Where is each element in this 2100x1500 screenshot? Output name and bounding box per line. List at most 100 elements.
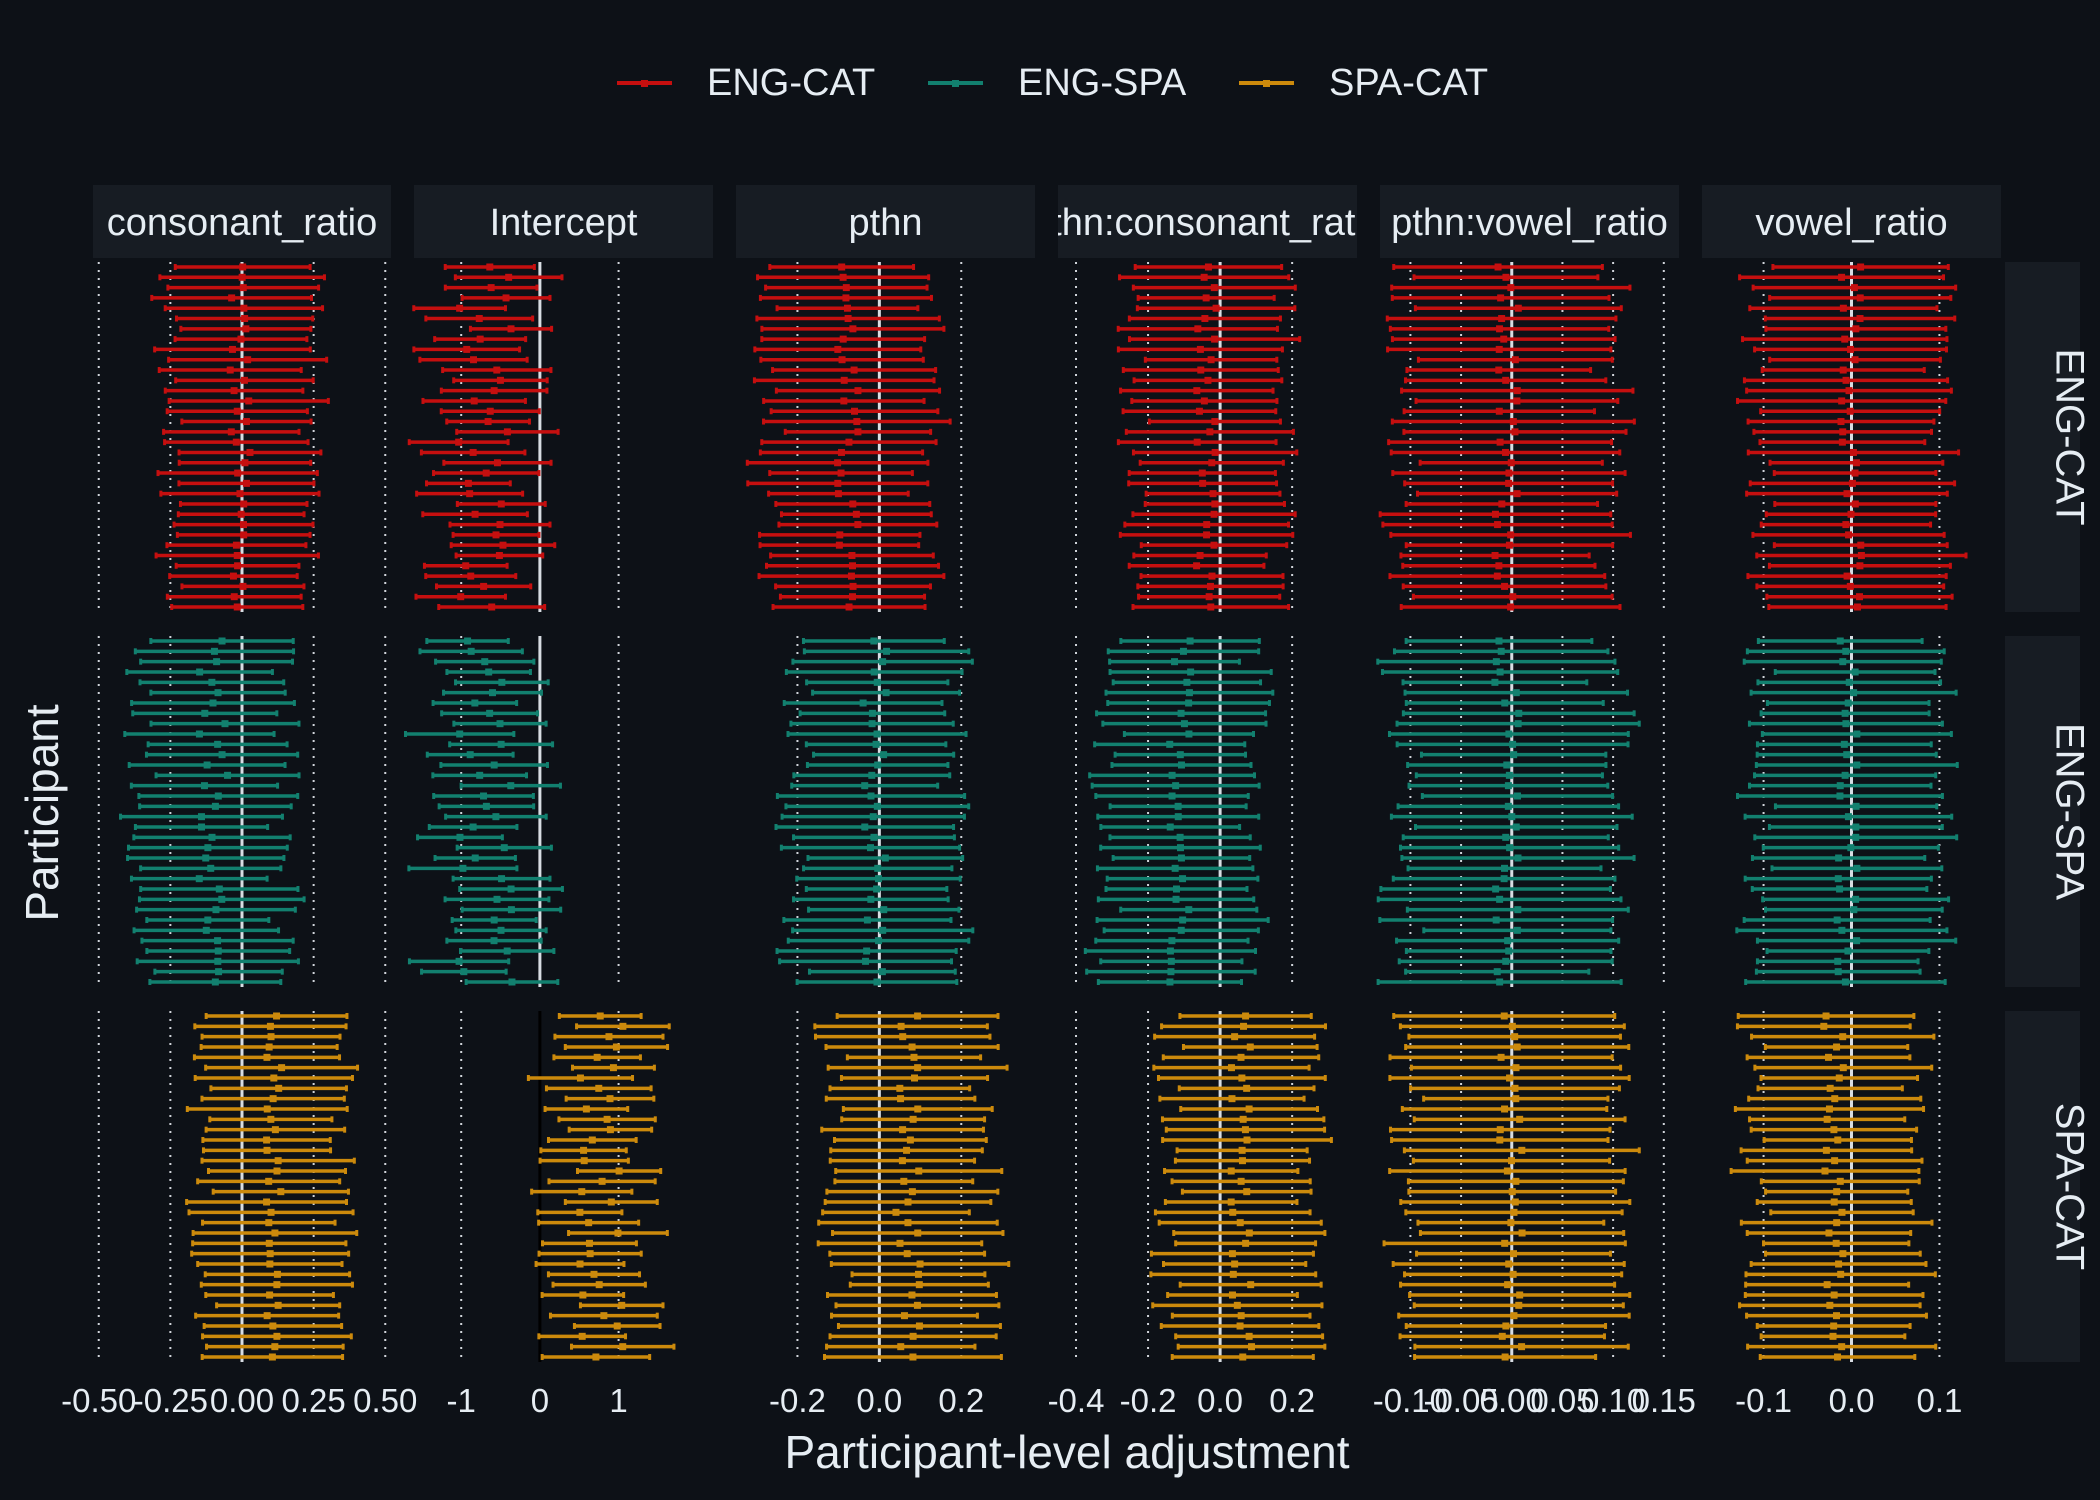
point-estimate xyxy=(508,978,516,986)
point-estimate xyxy=(1498,500,1506,508)
point-estimate xyxy=(455,438,463,446)
point-estimate xyxy=(482,802,490,810)
point-estimate xyxy=(914,1012,922,1020)
participant-interval xyxy=(1751,531,1946,539)
point-estimate xyxy=(1492,658,1500,666)
participant-interval xyxy=(1116,438,1278,446)
row-strip-spa-cat: SPA-CAT xyxy=(2005,1011,2092,1362)
point-estimate xyxy=(471,510,479,518)
point-estimate xyxy=(880,906,888,914)
point-estimate xyxy=(1833,916,1841,924)
point-estimate xyxy=(490,937,498,945)
point-estimate xyxy=(836,531,844,539)
participant-interval xyxy=(1119,387,1275,395)
point-estimate xyxy=(1174,802,1182,810)
point-estimate xyxy=(896,1084,904,1092)
participant-interval xyxy=(779,510,933,518)
point-estimate xyxy=(848,551,856,559)
point-estimate xyxy=(1507,459,1515,467)
point-estimate xyxy=(1511,1084,1519,1092)
participant-interval xyxy=(1767,562,1952,570)
participant-interval xyxy=(1409,1084,1621,1092)
point-estimate xyxy=(867,895,875,903)
participant-interval xyxy=(526,1074,635,1082)
point-estimate xyxy=(849,562,857,570)
point-estimate xyxy=(1844,813,1852,821)
participant-interval xyxy=(1180,1188,1313,1196)
point-estimate xyxy=(1491,678,1499,686)
participant-interval xyxy=(563,1198,659,1206)
participant-interval xyxy=(167,397,330,405)
participant-interval xyxy=(458,885,564,893)
participant-interval xyxy=(159,490,321,498)
participant-interval xyxy=(1747,782,1933,790)
participant-interval xyxy=(1745,1053,1912,1061)
participant-interval xyxy=(1396,802,1621,810)
point-estimate xyxy=(1501,1105,1509,1113)
participant-interval xyxy=(1156,1074,1327,1082)
participant-interval xyxy=(1102,926,1260,934)
point-estimate xyxy=(233,407,241,415)
point-estimate xyxy=(1504,802,1512,810)
point-estimate xyxy=(1839,1250,1847,1258)
participant-interval xyxy=(1764,1188,1910,1196)
point-estimate xyxy=(1515,709,1523,717)
participant-interval xyxy=(774,387,942,395)
participant-interval xyxy=(1746,1343,1938,1351)
participant-interval xyxy=(1094,792,1250,800)
participant-interval xyxy=(824,1043,1000,1051)
participant-interval xyxy=(1390,294,1611,302)
point-estimate xyxy=(834,345,842,353)
participant-interval xyxy=(1748,479,1957,487)
point-estimate xyxy=(466,490,474,498)
point-estimate xyxy=(464,479,472,487)
point-estimate xyxy=(503,428,511,436)
participant-interval xyxy=(1763,315,1957,323)
point-estimate xyxy=(840,376,848,384)
participant-interval xyxy=(1759,1074,1920,1082)
point-estimate xyxy=(588,1136,596,1144)
participant-interval xyxy=(419,448,527,456)
point-estimate xyxy=(218,895,226,903)
participant-interval xyxy=(452,376,549,384)
participant-interval xyxy=(185,1198,348,1206)
point-estimate xyxy=(1506,844,1514,852)
participant-interval xyxy=(1750,1033,1936,1041)
point-estimate xyxy=(1167,968,1175,976)
participant-interval xyxy=(175,531,312,539)
participant-interval xyxy=(149,720,301,728)
point-estimate xyxy=(492,813,500,821)
participant-interval xyxy=(415,490,525,498)
point-estimate xyxy=(1196,345,1204,353)
participant-interval xyxy=(548,1312,659,1320)
point-estimate xyxy=(484,418,492,426)
point-estimate xyxy=(854,428,862,436)
x-tick-label: 0.0 xyxy=(1829,1382,1875,1419)
legend-key-point xyxy=(952,80,959,87)
point-estimate xyxy=(873,802,881,810)
participant-interval xyxy=(404,730,516,738)
point-estimate xyxy=(1856,315,1864,323)
point-estimate xyxy=(1166,823,1174,831)
participant-interval xyxy=(1085,968,1257,976)
point-estimate xyxy=(1502,957,1510,965)
legend-entry-spa-cat: SPA-CAT xyxy=(1239,62,1488,104)
participant-interval xyxy=(153,345,312,353)
point-estimate xyxy=(1179,916,1187,924)
point-estimate xyxy=(1511,1033,1519,1041)
point-estimate xyxy=(1237,1177,1245,1185)
point-estimate xyxy=(1518,1146,1526,1154)
point-estimate xyxy=(1199,479,1207,487)
point-estimate xyxy=(1502,273,1510,281)
participant-interval xyxy=(1755,551,1968,559)
point-estimate xyxy=(1207,603,1215,611)
participant-interval xyxy=(1408,1291,1632,1299)
point-estimate xyxy=(863,947,871,955)
row-strip-label: ENG-CAT xyxy=(2048,348,2092,525)
point-estimate xyxy=(267,1033,275,1041)
participant-interval xyxy=(1124,428,1295,436)
point-estimate xyxy=(1496,895,1504,903)
participant-interval xyxy=(780,813,966,821)
point-estimate xyxy=(1185,689,1193,697)
participant-interval xyxy=(745,459,930,467)
